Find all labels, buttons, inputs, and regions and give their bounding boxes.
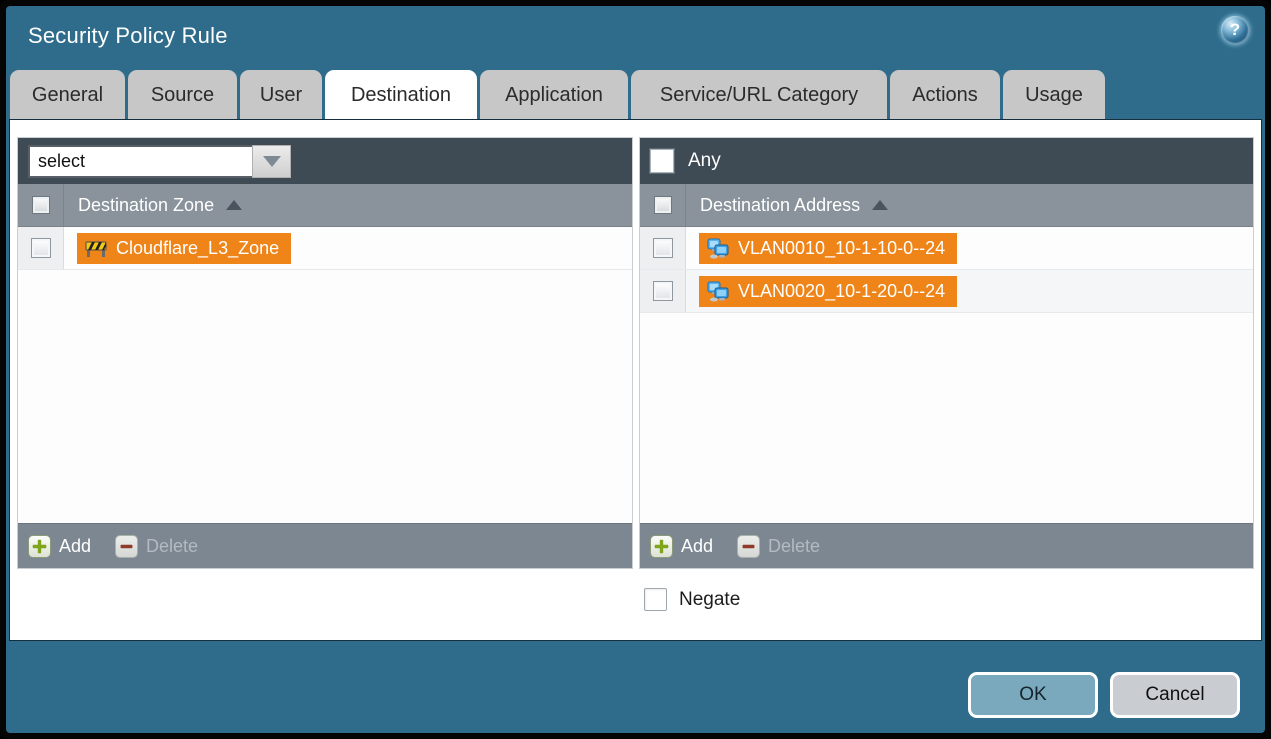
- zone-select-all-checkbox[interactable]: [32, 196, 50, 214]
- delete-icon: [737, 535, 760, 558]
- tab-destination[interactable]: Destination: [325, 70, 477, 120]
- add-address-button[interactable]: Add: [650, 535, 713, 558]
- zone-column-header: Destination Zone: [18, 184, 632, 227]
- titlebar: Security Policy Rule ?: [6, 6, 1265, 70]
- negate-checkbox[interactable]: [644, 588, 667, 611]
- destination-tab-content: Destination Zone: [10, 120, 1261, 640]
- address-label: VLAN0010_10-1-10-0--24: [738, 238, 945, 259]
- tab-service-url-category[interactable]: Service/URL Category: [631, 70, 887, 120]
- row-checkbox-cell: [640, 270, 686, 312]
- delete-zone-button[interactable]: Delete: [115, 535, 198, 558]
- table-row: Cloudflare_L3_Zone: [18, 227, 632, 270]
- tab-source[interactable]: Source: [128, 70, 237, 120]
- delete-address-button[interactable]: Delete: [737, 535, 820, 558]
- delete-icon: [115, 535, 138, 558]
- dialog-frame: Security Policy Rule ? General Source Us…: [0, 0, 1271, 739]
- address-select-all-cell: [640, 184, 686, 226]
- zone-column-title[interactable]: Destination Zone: [78, 195, 214, 216]
- address-column-header: Destination Address: [640, 184, 1253, 227]
- table-row: VLAN0020_10-1-20-0--24: [640, 270, 1253, 313]
- add-icon: [650, 535, 673, 558]
- help-icon[interactable]: ?: [1221, 16, 1249, 44]
- add-icon: [28, 535, 51, 558]
- cancel-button[interactable]: Cancel: [1110, 672, 1240, 718]
- security-policy-rule-dialog: Security Policy Rule ? General Source Us…: [6, 6, 1265, 733]
- row-checkbox-cell: [18, 227, 64, 269]
- row-checkbox[interactable]: [653, 281, 673, 301]
- add-zone-button[interactable]: Add: [28, 535, 91, 558]
- tab-usage[interactable]: Usage: [1003, 70, 1105, 120]
- table-row: VLAN0010_10-1-10-0--24: [640, 227, 1253, 270]
- sort-ascending-icon[interactable]: [872, 200, 888, 210]
- negate-control: Negate: [644, 588, 740, 611]
- address-label: VLAN0020_10-1-20-0--24: [738, 281, 945, 302]
- tab-general[interactable]: General: [10, 70, 125, 120]
- address-column-title[interactable]: Destination Address: [700, 195, 860, 216]
- zone-label: Cloudflare_L3_Zone: [116, 238, 279, 259]
- delete-button-label: Delete: [768, 536, 820, 557]
- tab-application[interactable]: Application: [480, 70, 628, 120]
- negate-checkbox-label[interactable]: Negate: [679, 589, 740, 611]
- zone-panel-toolbar: [18, 138, 632, 184]
- chevron-down-icon: [263, 156, 281, 167]
- address-panel-toolbar: Any: [640, 138, 1253, 184]
- zone-select-combo: [28, 145, 291, 178]
- zone-select-dropdown-button[interactable]: [252, 145, 291, 178]
- add-button-label: Add: [59, 536, 91, 557]
- zone-select-input[interactable]: [28, 145, 252, 178]
- row-checkbox-cell: [640, 227, 686, 269]
- add-button-label: Add: [681, 536, 713, 557]
- address-select-all-checkbox[interactable]: [654, 196, 672, 214]
- zone-chip[interactable]: Cloudflare_L3_Zone: [77, 233, 291, 264]
- zone-list: Cloudflare_L3_Zone: [18, 227, 632, 523]
- any-checkbox-label[interactable]: Any: [688, 150, 721, 172]
- tab-actions[interactable]: Actions: [890, 70, 1000, 120]
- delete-button-label: Delete: [146, 536, 198, 557]
- any-checkbox[interactable]: [650, 149, 674, 173]
- address-icon: [707, 280, 729, 302]
- address-chip[interactable]: VLAN0010_10-1-10-0--24: [699, 233, 957, 264]
- address-list: VLAN0010_10-1-10-0--24: [640, 227, 1253, 523]
- row-checkbox[interactable]: [653, 238, 673, 258]
- tab-user[interactable]: User: [240, 70, 322, 120]
- tab-bar: General Source User Destination Applicat…: [10, 70, 1108, 120]
- address-panel-actions: Add Delete: [640, 523, 1253, 568]
- zone-select-all-cell: [18, 184, 64, 226]
- destination-address-panel: Any Destination Address: [640, 138, 1253, 568]
- sort-ascending-icon[interactable]: [226, 200, 242, 210]
- zone-icon: [85, 237, 107, 259]
- address-chip[interactable]: VLAN0020_10-1-20-0--24: [699, 276, 957, 307]
- destination-zone-panel: Destination Zone: [18, 138, 632, 568]
- row-checkbox[interactable]: [31, 238, 51, 258]
- ok-button[interactable]: OK: [968, 672, 1098, 718]
- address-icon: [707, 237, 729, 259]
- zone-panel-actions: Add Delete: [18, 523, 632, 568]
- page-title: Security Policy Rule: [28, 23, 228, 49]
